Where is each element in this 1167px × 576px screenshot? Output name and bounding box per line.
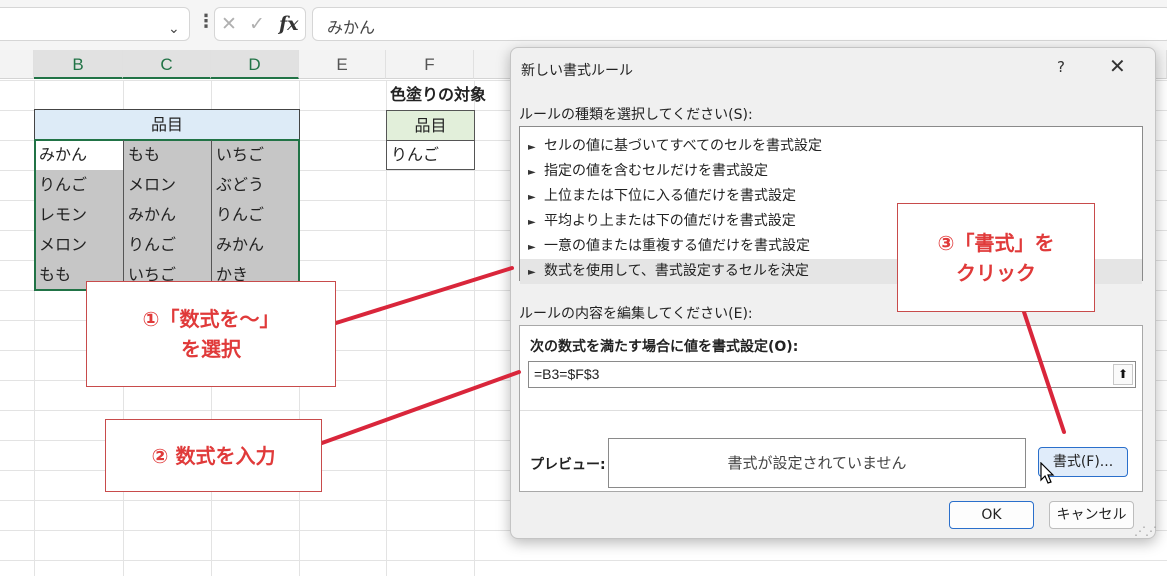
table-cell[interactable]: みかん <box>212 230 299 260</box>
range-select-icon[interactable]: ⬆ <box>1113 364 1133 385</box>
close-icon[interactable]: ✕ <box>1109 54 1126 78</box>
arrow-right-icon: ► <box>528 267 536 278</box>
table-cell[interactable]: りんご <box>35 170 123 200</box>
column-header-e[interactable]: E <box>299 50 386 79</box>
column-header-c[interactable]: C <box>123 50 211 79</box>
formula-label: 次の数式を満たす場合に値を書式設定(O): <box>530 339 799 355</box>
help-icon[interactable]: ? <box>1057 58 1065 76</box>
table-cell[interactable]: りんご <box>212 200 299 230</box>
table-cell[interactable]: いちご <box>212 140 299 170</box>
column-header-b[interactable]: B <box>34 50 123 79</box>
arrow-right-icon: ► <box>528 142 536 153</box>
table-grid-line <box>211 140 212 290</box>
preview-box: 書式が設定されていません <box>608 438 1026 488</box>
column-header-a[interactable] <box>0 50 34 79</box>
arrow-right-icon: ► <box>528 217 536 228</box>
arrow-right-icon: ► <box>528 167 536 178</box>
insert-function-icon[interactable]: fx <box>279 13 299 35</box>
more-options-icon[interactable]: ⋮ <box>197 12 215 32</box>
table-grid-line <box>123 140 124 290</box>
formula-field[interactable]: =B3=$F$3 ⬆ <box>528 361 1136 388</box>
arrow-right-icon: ► <box>528 192 536 203</box>
divider <box>520 410 1142 411</box>
resize-grip-icon[interactable]: ⋰⋰ <box>1134 524 1157 538</box>
table-cell[interactable]: レモン <box>35 200 123 230</box>
table-cell[interactable]: みかん <box>35 140 123 170</box>
table-cell[interactable]: りんご <box>124 230 211 260</box>
name-box[interactable]: ⌄ <box>0 7 190 41</box>
formula-bar: ⌄ ⋮ ✕ ✓ fx みかん <box>0 0 1167 50</box>
table-cell[interactable]: メロン <box>124 170 211 200</box>
callout-step1: ①「数式を～」 を選択 <box>86 281 336 387</box>
preview-label: プレビュー: <box>530 457 606 473</box>
callout-step2: ② 数式を入力 <box>105 419 322 492</box>
callout-step3: ③「書式」を クリック <box>897 203 1095 312</box>
table-cell[interactable]: ぶどう <box>212 170 299 200</box>
arrow-right-icon: ► <box>528 242 536 253</box>
dialog-title: 新しい書式ルール <box>521 63 633 79</box>
table-cell[interactable]: メロン <box>35 230 123 260</box>
mouse-cursor-icon <box>1040 462 1055 484</box>
formula-input[interactable]: みかん <box>312 7 1167 41</box>
chevron-down-icon[interactable]: ⌄ <box>168 21 180 37</box>
table-header-cell[interactable]: 品目 <box>35 110 299 140</box>
column-header-f[interactable]: F <box>386 50 474 79</box>
rule-item[interactable]: ► セルの値に基づいてすべてのセルを書式設定 <box>520 134 1142 159</box>
rule-type-label: ルールの種類を選択してください(S): <box>519 107 753 123</box>
table-cell[interactable]: もも <box>124 140 211 170</box>
table-cell[interactable]: みかん <box>124 200 211 230</box>
ok-button[interactable]: OK <box>949 501 1034 529</box>
target-grid-line <box>386 140 474 141</box>
cancel-button[interactable]: キャンセル <box>1049 501 1134 529</box>
formula-bar-buttons: ✕ ✓ fx <box>214 7 306 41</box>
rule-item[interactable]: ► 指定の値を含むセルだけを書式設定 <box>520 159 1142 184</box>
target-title[interactable]: 色塗りの対象 <box>390 82 486 108</box>
cancel-icon[interactable]: ✕ <box>221 13 237 35</box>
column-header-d[interactable]: D <box>211 50 299 79</box>
edit-rule-label: ルールの内容を編集してください(E): <box>519 306 753 322</box>
enter-icon[interactable]: ✓ <box>249 13 265 35</box>
